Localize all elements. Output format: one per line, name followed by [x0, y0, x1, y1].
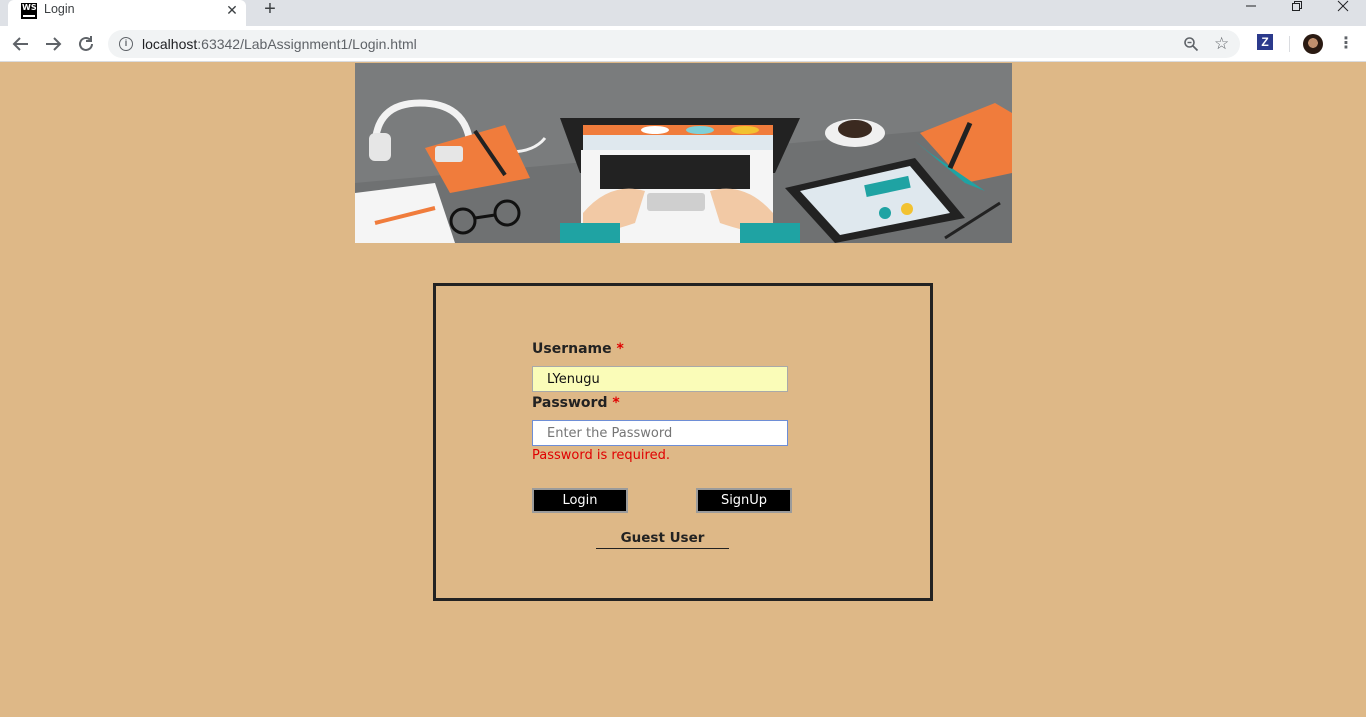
bookmark-star-icon[interactable]: ☆	[1214, 34, 1229, 54]
zoom-icon[interactable]	[1183, 36, 1199, 52]
profile-avatar[interactable]	[1303, 34, 1323, 54]
guest-user-link[interactable]: Guest User	[596, 530, 729, 549]
url-text: localhost:63342/LabAssignment1/Login.htm…	[142, 36, 417, 52]
new-tab-icon[interactable]: +	[260, 0, 280, 20]
back-arrow-icon[interactable]	[10, 33, 32, 55]
password-input[interactable]	[532, 420, 788, 446]
extension-z-icon[interactable]: Z	[1257, 34, 1273, 50]
username-label: Username *	[532, 341, 624, 357]
more-menu-icon[interactable]: ⋮	[1338, 34, 1354, 54]
browser-tab-strip: WS Login ✕ +	[0, 0, 1366, 26]
forward-arrow-icon[interactable]	[42, 33, 64, 55]
username-input[interactable]	[532, 366, 788, 392]
webstorm-favicon-icon: WS	[21, 3, 37, 19]
login-form: Username * Password * Password is requir…	[433, 283, 933, 601]
password-error-message: Password is required.	[532, 448, 670, 463]
tab-title: Login	[44, 2, 75, 16]
password-label: Password *	[532, 395, 620, 411]
tab-close-icon[interactable]: ✕	[224, 2, 240, 18]
reload-icon[interactable]	[75, 33, 97, 55]
restore-icon[interactable]	[1274, 0, 1320, 20]
required-asterisk: *	[616, 341, 624, 357]
close-window-icon[interactable]	[1320, 0, 1366, 20]
required-asterisk: *	[612, 395, 620, 411]
banner-image	[355, 63, 1012, 243]
toolbar-divider	[1289, 36, 1290, 52]
signup-button[interactable]: SignUp	[696, 488, 792, 513]
address-bar[interactable]: i localhost:63342/LabAssignment1/Login.h…	[108, 30, 1240, 58]
browser-toolbar: i localhost:63342/LabAssignment1/Login.h…	[0, 26, 1366, 62]
browser-tab[interactable]: WS Login ✕	[8, 0, 246, 26]
login-button[interactable]: Login	[532, 488, 628, 513]
site-info-icon[interactable]: i	[119, 37, 133, 51]
minimize-icon[interactable]	[1228, 0, 1274, 20]
